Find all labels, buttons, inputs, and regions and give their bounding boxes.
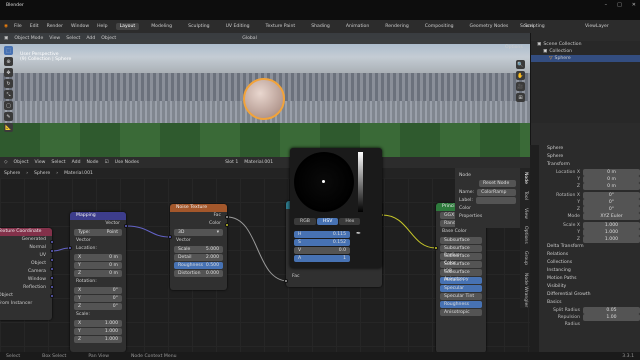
- noise-detail-field[interactable]: 2.000: [206, 254, 219, 261]
- label-label: Label:: [459, 197, 473, 203]
- hex-tab[interactable]: Hex: [339, 218, 361, 225]
- input-vector: Vector: [176, 238, 191, 243]
- mapping-type-select[interactable]: Point: [107, 229, 118, 236]
- viewport-menu-view[interactable]: View: [49, 36, 60, 41]
- location-z[interactable]: 0 m: [109, 270, 118, 277]
- input-anisotropic[interactable]: Anisotropic: [444, 309, 470, 316]
- noise-distortion-field[interactable]: 0.000: [206, 270, 219, 277]
- output-window: Window: [27, 277, 46, 282]
- status-select: Select: [6, 353, 21, 359]
- saturation-field[interactable]: 0.152: [333, 239, 346, 246]
- output-object: Object: [31, 261, 46, 266]
- node-sidebar: Node Reset Node Name: ColorRamp Label: Co…: [455, 168, 520, 228]
- tab-options[interactable]: Options: [523, 226, 528, 244]
- output-color: Color: [209, 221, 221, 226]
- eyedropper-icon[interactable]: ✒: [356, 230, 361, 237]
- rgb-tab[interactable]: RGB: [294, 218, 316, 225]
- output-reflection: Reflection: [23, 285, 46, 290]
- output-normal: Normal: [29, 245, 46, 250]
- input-subsurface-color[interactable]: Subsurface Color: [444, 253, 478, 266]
- node-panel-header[interactable]: Node: [459, 171, 516, 179]
- viewport-menu-object[interactable]: Object: [101, 36, 116, 41]
- transform-orientation[interactable]: Global: [242, 36, 257, 41]
- viewport-menu-add[interactable]: Add: [86, 36, 95, 41]
- texture-coordinate-node[interactable]: Texture Coordinate Generated Normal UV O…: [0, 228, 52, 320]
- object-field-label: Object: [0, 293, 13, 298]
- input-vector: Vector: [76, 238, 91, 243]
- input-subsurface-anisotropy[interactable]: Subsurface Anisotropy: [444, 269, 478, 282]
- name-label: Name:: [459, 189, 475, 195]
- color-picker-popup: ✒ RGB HSV Hex H 0.115 S 0.152 V 0.0 A1: [290, 148, 382, 268]
- location-x[interactable]: 0 m: [109, 254, 118, 261]
- tab-tool[interactable]: Tool: [523, 191, 528, 200]
- input-metallic[interactable]: Metallic: [444, 277, 462, 284]
- noise-scale-field[interactable]: 5.000: [206, 246, 219, 253]
- viewport-header: ▣ Object Mode View Select Add Object Glo…: [0, 33, 530, 44]
- node-header: Texture Coordinate: [0, 228, 52, 236]
- alpha-field[interactable]: 1: [343, 255, 346, 262]
- status-context-menu: Node Context Menu: [131, 353, 177, 359]
- node-header: Mapping: [70, 212, 126, 220]
- mode-selector[interactable]: Object Mode: [14, 36, 43, 41]
- rotation-z[interactable]: 0°: [113, 303, 118, 310]
- rotation-label: Rotation:: [76, 279, 97, 284]
- properties-panel-header[interactable]: Properties: [459, 212, 516, 220]
- output-camera: Camera: [27, 269, 46, 274]
- from-instancer-checkbox[interactable]: From Instancer: [0, 300, 52, 308]
- output-generated: Generated: [21, 237, 46, 242]
- output-uv: UV: [39, 253, 46, 258]
- input-specular-tint[interactable]: Specular Tint: [444, 293, 474, 300]
- node-name-field[interactable]: ColorRamp: [477, 188, 516, 196]
- scale-z[interactable]: 1.000: [105, 336, 118, 343]
- node-sidebar-tabs: Node Tool View Options Group Node Wrangl…: [520, 168, 530, 308]
- version-label: 3.3.1: [622, 353, 634, 359]
- location-y[interactable]: 0 m: [109, 262, 118, 269]
- input-fac: Fac: [292, 274, 300, 279]
- input-subsurface-ior[interactable]: Subsurface IOR: [444, 261, 478, 274]
- input-base-color: Base Color: [442, 229, 467, 234]
- node-header: Noise Texture: [170, 204, 227, 212]
- scale-x[interactable]: 1.000: [105, 320, 118, 327]
- output-fac: Fac: [213, 213, 221, 218]
- viewport-menu-select[interactable]: Select: [66, 36, 80, 41]
- input-specular[interactable]: Specular: [444, 285, 464, 292]
- tab-node-wrangler[interactable]: Node Wrangler: [523, 273, 528, 307]
- tab-node[interactable]: Node: [523, 172, 528, 184]
- distribution-select[interactable]: GGX: [444, 212, 454, 219]
- editor-type-icon[interactable]: ▣: [4, 36, 8, 41]
- tab-view[interactable]: View: [523, 208, 528, 219]
- location-label: Location:: [76, 246, 97, 251]
- tab-group[interactable]: Group: [523, 251, 528, 265]
- value-slider[interactable]: [358, 152, 363, 212]
- color-wheel[interactable]: [294, 152, 354, 212]
- node-label-field[interactable]: [475, 196, 516, 204]
- rotation-y[interactable]: 0°: [113, 295, 118, 302]
- value-field[interactable]: 0.0: [339, 247, 346, 254]
- reset-node-button[interactable]: Reset Node: [479, 180, 516, 187]
- scale-y[interactable]: 1.000: [105, 328, 118, 335]
- hsv-tab[interactable]: HSV: [316, 218, 339, 225]
- dimensions-select[interactable]: 3D: [178, 229, 184, 236]
- output-vector: Vector: [105, 221, 120, 226]
- input-subsurface[interactable]: Subsurface: [444, 237, 470, 244]
- status-pan-view: Pan View: [88, 353, 109, 359]
- status-box-select: Box Select: [42, 353, 67, 359]
- rotation-x[interactable]: 0°: [113, 287, 118, 294]
- input-roughness[interactable]: Roughness: [444, 301, 469, 308]
- color-checkbox[interactable]: Color: [459, 204, 516, 212]
- hue-field[interactable]: 0.115: [333, 231, 346, 238]
- mapping-node[interactable]: Mapping Vector Type: Point Vector Locatio…: [70, 212, 126, 352]
- noise-roughness-field[interactable]: 0.500: [206, 262, 219, 269]
- noise-texture-node[interactable]: Noise Texture Fac Color 3D ▾ Vector Scale…: [170, 204, 227, 290]
- input-subsurface-radius[interactable]: Subsurface Radius: [444, 245, 478, 258]
- scale-label: Scale:: [76, 312, 90, 317]
- status-bar: Select Box Select Pan View Node Context …: [0, 352, 640, 360]
